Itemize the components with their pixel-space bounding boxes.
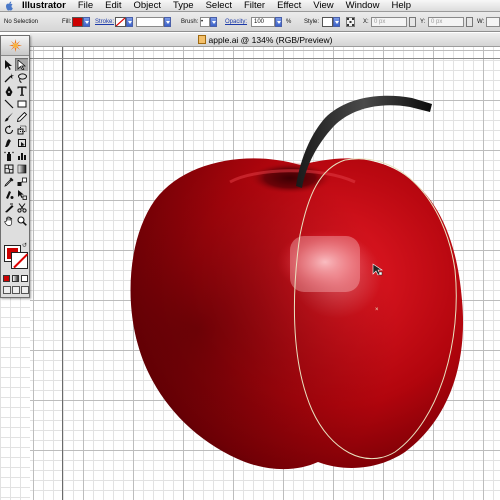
menu-view[interactable]: View xyxy=(307,0,339,12)
opacity-dropdown-icon[interactable] xyxy=(275,17,282,27)
x-label: X: xyxy=(363,19,369,25)
pen-tool-icon[interactable] xyxy=(2,84,15,97)
y-label: Y: xyxy=(420,19,426,25)
document-file-icon xyxy=(197,35,206,44)
gradient-mode-icon[interactable] xyxy=(12,275,19,282)
opacity-field[interactable]: 100 xyxy=(251,17,275,27)
w-label: W: xyxy=(477,19,485,25)
artboard-edge-vertical xyxy=(62,47,63,500)
swap-fill-stroke-icon[interactable]: ↺ xyxy=(22,242,27,249)
control-palette: No Selection Fill: Stroke: Brush: • Opac… xyxy=(0,12,500,32)
stroke-color-swatch[interactable] xyxy=(11,252,28,269)
scale-tool-icon[interactable] xyxy=(15,123,28,136)
opacity-percent: % xyxy=(286,19,292,25)
brush-field[interactable]: • xyxy=(200,17,210,27)
fill-stroke-widget: ↺ xyxy=(2,242,29,272)
stroke-label[interactable]: Stroke: xyxy=(95,12,114,32)
rectangle-tool-icon[interactable] xyxy=(15,97,28,110)
zoom-tool-icon[interactable] xyxy=(15,214,28,227)
menu-bar: Illustrator File Edit Object Type Select… xyxy=(0,0,500,12)
menu-file[interactable]: File xyxy=(72,0,99,12)
menu-window[interactable]: Window xyxy=(340,0,386,12)
menu-object[interactable]: Object xyxy=(128,0,167,12)
pencil-tool-icon[interactable] xyxy=(15,110,28,123)
menu-app-name[interactable]: Illustrator xyxy=(18,0,72,12)
stroke-weight-dropdown-icon[interactable] xyxy=(164,17,171,27)
brush-label: Brush: xyxy=(181,19,199,25)
live-paint-tool-icon[interactable] xyxy=(2,188,15,201)
menu-edit[interactable]: Edit xyxy=(99,0,127,12)
slice-tool-icon[interactable] xyxy=(2,201,15,214)
standard-screen-mode-icon[interactable] xyxy=(3,286,11,294)
document-title: apple.ai @ 134% (RGB/Preview) xyxy=(208,34,333,45)
screen-mode-row xyxy=(3,286,29,294)
free-transform-tool-icon[interactable] xyxy=(15,136,28,149)
path-center-marker: × xyxy=(375,307,379,313)
full-screen-menu-mode-icon[interactable] xyxy=(12,286,20,294)
live-paint-selection-tool-icon[interactable] xyxy=(15,188,28,201)
paintbrush-tool-icon[interactable] xyxy=(2,110,15,123)
selection-status: No Selection xyxy=(4,19,39,25)
illustrator-flower-icon xyxy=(9,39,22,52)
selection-tool-icon[interactable] xyxy=(2,58,15,71)
tools-panel: ↺ xyxy=(0,35,30,298)
symbol-sprayer-tool-icon[interactable] xyxy=(2,149,15,162)
direct-selection-tool-icon[interactable] xyxy=(15,58,28,71)
artboard-canvas[interactable]: × xyxy=(30,47,500,500)
scissors-tool-icon[interactable] xyxy=(15,201,28,214)
menu-help[interactable]: Help xyxy=(385,0,417,12)
x-field[interactable]: 0 px xyxy=(371,17,407,27)
color-mode-icon[interactable] xyxy=(3,275,10,282)
mesh-tool-icon[interactable] xyxy=(2,162,15,175)
apple-menu-icon[interactable] xyxy=(0,0,18,11)
artboard-edge-horizontal xyxy=(0,58,500,59)
apple-dimple xyxy=(248,162,332,194)
brush-dropdown-icon[interactable] xyxy=(210,17,217,27)
y-field[interactable]: 0 px xyxy=(428,17,464,27)
menu-filter[interactable]: Filter xyxy=(238,0,271,12)
rotate-tool-icon[interactable] xyxy=(2,123,15,136)
transform-reference-icon[interactable] xyxy=(346,17,355,27)
style-dropdown-icon[interactable] xyxy=(333,17,340,27)
fill-label: Fill: xyxy=(62,19,72,25)
document-title-bar: apple.ai @ 134% (RGB/Preview) xyxy=(30,33,500,47)
menu-effect[interactable]: Effect xyxy=(271,0,307,12)
y-stepper-icon[interactable] xyxy=(466,17,473,27)
apple-highlight-core xyxy=(290,236,360,292)
style-label: Style: xyxy=(304,19,320,25)
lasso-tool-icon[interactable] xyxy=(15,71,28,84)
menu-select[interactable]: Select xyxy=(200,0,238,12)
color-mode-row xyxy=(3,275,28,282)
graph-tool-icon[interactable] xyxy=(15,149,28,162)
apple-shadow xyxy=(130,158,464,470)
menu-type[interactable]: Type xyxy=(167,0,200,12)
stroke-swatch[interactable] xyxy=(115,17,126,27)
blend-tool-icon[interactable] xyxy=(15,175,28,188)
opacity-label[interactable]: Opacity: xyxy=(225,12,247,32)
x-stepper-icon[interactable] xyxy=(409,17,416,27)
stroke-dropdown-icon[interactable] xyxy=(126,17,133,27)
gradient-tool-icon[interactable] xyxy=(15,162,28,175)
hand-tool-icon[interactable] xyxy=(2,214,15,227)
tools-grid xyxy=(2,58,28,227)
apple-artwork[interactable]: × xyxy=(30,47,500,500)
style-swatch[interactable] xyxy=(322,17,333,27)
magic-wand-tool-icon[interactable] xyxy=(2,71,15,84)
tools-panel-header[interactable] xyxy=(1,36,29,56)
type-tool-icon[interactable] xyxy=(15,84,28,97)
stroke-weight-field[interactable] xyxy=(136,17,164,27)
line-tool-icon[interactable] xyxy=(2,97,15,110)
warp-tool-icon[interactable] xyxy=(2,136,15,149)
full-screen-mode-icon[interactable] xyxy=(21,286,29,294)
eyedropper-tool-icon[interactable] xyxy=(2,175,15,188)
fill-dropdown-icon[interactable] xyxy=(83,17,90,27)
w-field[interactable] xyxy=(486,17,500,27)
fill-swatch[interactable] xyxy=(72,17,83,27)
none-mode-icon[interactable] xyxy=(21,275,28,282)
